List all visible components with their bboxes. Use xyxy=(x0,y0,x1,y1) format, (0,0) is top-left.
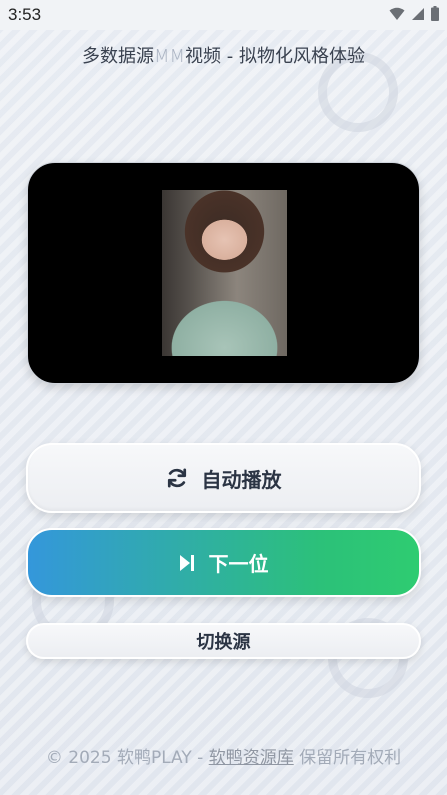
auto-play-label: 自动播放 xyxy=(201,467,282,492)
next-button[interactable]: 下一位 xyxy=(26,528,421,597)
video-player[interactable] xyxy=(27,162,420,384)
title-mm: MM xyxy=(153,46,186,67)
footer-link[interactable]: 软鸭资源库 xyxy=(209,748,294,768)
battery-icon xyxy=(431,6,439,21)
footer: © 2025 软鸭PLAY - 软鸭资源库 保留所有权利 xyxy=(0,743,447,768)
page-title: 多数据源MM视频 - 拟物化风格体验 xyxy=(0,42,447,68)
next-label: 下一位 xyxy=(208,552,269,576)
skip-forward-icon xyxy=(179,554,194,571)
title-text-1: 多数据源 xyxy=(81,46,154,67)
signal-icon xyxy=(412,7,424,20)
wifi-icon xyxy=(389,7,405,20)
auto-play-button[interactable]: 自动播放 xyxy=(26,443,421,513)
switch-source-label: 切换源 xyxy=(196,632,251,653)
video-thumbnail xyxy=(162,190,287,356)
sync-icon xyxy=(167,468,186,488)
footer-prefix: © 2025 软鸭PLAY - xyxy=(45,748,209,768)
title-text-2: 视频 - 拟物化风格体验 xyxy=(185,46,365,67)
footer-suffix: 保留所有权利 xyxy=(293,748,402,768)
status-time: 3:53 xyxy=(8,5,42,24)
status-bar: 3:53 xyxy=(0,0,447,30)
switch-source-button[interactable]: 切换源 xyxy=(26,623,421,659)
